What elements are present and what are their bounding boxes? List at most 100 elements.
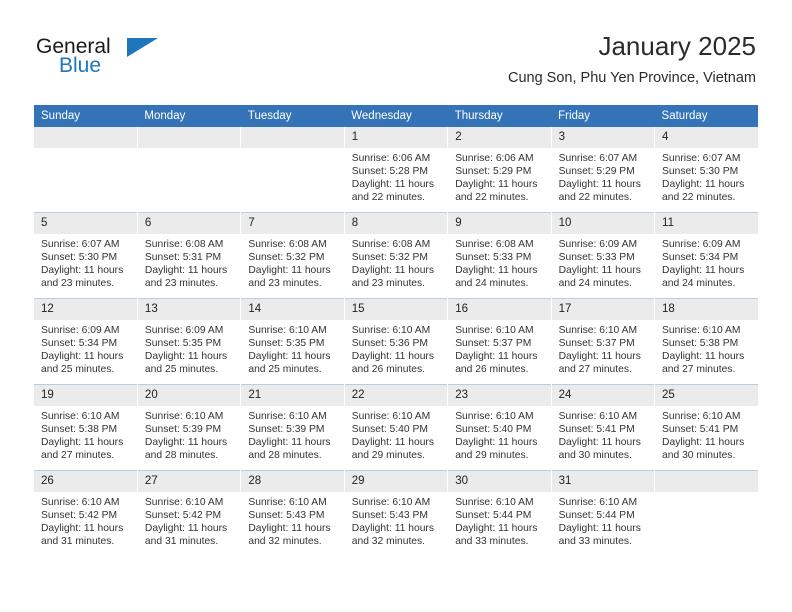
calendar-day-cell[interactable]: 2 Sunrise: 6:06 AM Sunset: 5:29 PM Daylight… [447,127,552,213]
daylight-duration-line2: and 26 minutes. [455,364,529,376]
calendar-day-cell[interactable]: 9 Sunrise: 6:08 AM Sunset: 5:33 PM Daylight… [447,212,552,299]
day-number: 1 [344,127,448,148]
sunrise-time: Sunrise: 6:07 AM [662,153,741,164]
daylight-duration-line2: and 23 minutes. [144,278,219,290]
day-details: Sunrise: 6:09 AM Sunset: 5:33 PM Daylight:… [552,234,654,290]
calendar-cell-empty [34,127,138,213]
daylight-duration-line1: Daylight: 11 hours [455,351,538,363]
sunrise-time: Sunrise: 6:10 AM [351,411,431,422]
sunrise-time: Sunrise: 6:10 AM [41,411,120,422]
sunset-time: Sunset: 5:29 PM [455,166,532,178]
daylight-duration-line1: Daylight: 11 hours [455,179,538,191]
day-details: Sunrise: 6:10 AM Sunset: 5:40 PM Daylight:… [448,406,550,462]
calendar-day-cell[interactable]: 8 Sunrise: 6:08 AM Sunset: 5:32 PM Daylight… [344,212,449,299]
day-number: 14 [241,299,344,320]
daylight-duration-line1: Daylight: 11 hours [662,265,745,277]
calendar-day-cell[interactable]: 3 Sunrise: 6:07 AM Sunset: 5:29 PM Daylight… [551,127,656,213]
calendar-day-cell[interactable]: 11 Sunrise: 6:09 AM Sunset: 5:34 PM Dayligh… [654,212,758,299]
daylight-duration-line1: Daylight: 11 hours [144,437,228,449]
logo-triangle-icon [127,38,158,57]
day-number: 17 [551,299,655,320]
daylight-duration-line1: Daylight: 11 hours [558,437,641,449]
day-details: Sunrise: 6:10 AM Sunset: 5:37 PM Daylight:… [448,320,550,376]
day-number: 24 [551,385,655,406]
calendar-day-cell[interactable]: 5 Sunrise: 6:07 AM Sunset: 5:30 PM Daylight… [34,212,138,299]
calendar-day-cell[interactable]: 31 Sunrise: 6:10 AM Sunset: 5:44 PM Dayligh… [551,470,656,556]
general-blue-logo[interactable]: General Blue [36,36,158,84]
daylight-duration-line1: Daylight: 11 hours [455,523,538,535]
calendar-day-cell[interactable]: 25 Sunrise: 6:10 AM Sunset: 5:41 PM Dayligh… [654,384,758,471]
sunset-time: Sunset: 5:30 PM [41,252,118,264]
page-header: General Blue January 2025 Cung Son, Phu … [0,0,792,100]
sunset-time: Sunset: 5:37 PM [455,338,532,350]
calendar-day-cell[interactable]: 20 Sunrise: 6:10 AM Sunset: 5:39 PM Dayligh… [137,384,242,471]
weekday-header-wednesday: Wednesday [344,105,448,127]
calendar-day-cell[interactable]: 18 Sunrise: 6:10 AM Sunset: 5:38 PM Dayligh… [654,298,758,385]
day-details: Sunrise: 6:10 AM Sunset: 5:43 PM Daylight:… [241,492,343,548]
calendar-day-cell[interactable]: 7 Sunrise: 6:08 AM Sunset: 5:32 PM Daylight… [240,212,345,299]
daylight-duration-line1: Daylight: 11 hours [41,265,124,277]
calendar-day-cell[interactable]: 24 Sunrise: 6:10 AM Sunset: 5:41 PM Dayligh… [551,384,656,471]
calendar-day-cell[interactable]: 26 Sunrise: 6:10 AM Sunset: 5:42 PM Dayligh… [34,470,138,556]
day-details: Sunrise: 6:10 AM Sunset: 5:42 PM Daylight:… [34,492,137,548]
daylight-duration-line1: Daylight: 11 hours [351,523,434,535]
daylight-duration-line1: Daylight: 11 hours [248,437,331,449]
sunrise-time: Sunrise: 6:10 AM [41,497,120,508]
calendar-day-cell[interactable]: 15 Sunrise: 6:10 AM Sunset: 5:36 PM Dayligh… [344,298,449,385]
daylight-duration-line1: Daylight: 11 hours [248,351,331,363]
daylight-duration-line2: and 28 minutes. [248,450,322,462]
day-details: Sunrise: 6:10 AM Sunset: 5:40 PM Daylight:… [345,406,447,462]
daylight-duration-line1: Daylight: 11 hours [248,265,331,277]
day-details: Sunrise: 6:10 AM Sunset: 5:44 PM Daylight:… [448,492,550,548]
calendar-day-cell[interactable]: 30 Sunrise: 6:10 AM Sunset: 5:44 PM Dayligh… [447,470,552,556]
daylight-duration-line2: and 32 minutes. [351,536,426,548]
calendar-day-cell[interactable]: 16 Sunrise: 6:10 AM Sunset: 5:37 PM Dayligh… [447,298,552,385]
daylight-duration-line1: Daylight: 11 hours [662,179,745,191]
day-number: 30 [448,471,551,492]
daylight-duration-line2: and 26 minutes. [351,364,426,376]
calendar-day-cell[interactable]: 14 Sunrise: 6:10 AM Sunset: 5:35 PM Dayligh… [240,298,345,385]
daylight-duration-line1: Daylight: 11 hours [662,351,745,363]
day-number: 19 [34,385,137,406]
calendar-day-cell[interactable]: 4 Sunrise: 6:07 AM Sunset: 5:30 PM Daylight… [654,127,758,213]
daylight-duration-line1: Daylight: 11 hours [144,351,228,363]
day-details: Sunrise: 6:10 AM Sunset: 5:41 PM Daylight:… [655,406,758,462]
title-block: January 2025 Cung Son, Phu Yen Province,… [508,30,756,88]
calendar-day-cell[interactable]: 23 Sunrise: 6:10 AM Sunset: 5:40 PM Dayligh… [447,384,552,471]
calendar-week-row: 1 Sunrise: 6:06 AM Sunset: 5:28 PM Daylight… [34,127,758,213]
daylight-duration-line2: and 28 minutes. [144,450,219,462]
calendar-day-cell[interactable]: 1 Sunrise: 6:06 AM Sunset: 5:28 PM Daylight… [344,127,449,213]
calendar-day-cell[interactable]: 6 Sunrise: 6:08 AM Sunset: 5:31 PM Daylight… [137,212,242,299]
sunrise-time: Sunrise: 6:10 AM [558,411,638,422]
daylight-duration-line2: and 27 minutes. [662,364,736,376]
calendar-day-cell[interactable]: 29 Sunrise: 6:10 AM Sunset: 5:43 PM Dayligh… [344,470,449,556]
logo-text-blue: Blue [59,54,102,77]
calendar-day-cell[interactable]: 22 Sunrise: 6:10 AM Sunset: 5:40 PM Dayligh… [344,384,449,471]
day-number: 6 [137,213,241,234]
calendar-day-cell[interactable]: 27 Sunrise: 6:10 AM Sunset: 5:42 PM Dayligh… [137,470,242,556]
day-number: 8 [344,213,448,234]
calendar-day-cell[interactable]: 28 Sunrise: 6:10 AM Sunset: 5:43 PM Dayligh… [240,470,345,556]
calendar-day-cell[interactable]: 12 Sunrise: 6:09 AM Sunset: 5:34 PM Dayligh… [34,298,138,385]
day-details: Sunrise: 6:10 AM Sunset: 5:41 PM Daylight:… [552,406,654,462]
sunset-time: Sunset: 5:28 PM [351,166,428,178]
calendar-day-cell[interactable]: 13 Sunrise: 6:09 AM Sunset: 5:35 PM Dayligh… [137,298,242,385]
calendar-day-cell[interactable]: 19 Sunrise: 6:10 AM Sunset: 5:38 PM Dayligh… [34,384,138,471]
daylight-duration-line1: Daylight: 11 hours [662,437,745,449]
day-details: Sunrise: 6:07 AM Sunset: 5:30 PM Daylight:… [655,148,758,204]
daylight-duration-line1: Daylight: 11 hours [248,523,331,535]
calendar-day-cell[interactable]: 21 Sunrise: 6:10 AM Sunset: 5:39 PM Dayligh… [240,384,345,471]
weekday-header-friday: Friday [551,105,655,127]
sunrise-time: Sunrise: 6:10 AM [351,497,431,508]
sunrise-time: Sunrise: 6:07 AM [41,239,120,250]
calendar-day-cell[interactable]: 17 Sunrise: 6:10 AM Sunset: 5:37 PM Dayligh… [551,298,656,385]
weekday-header-row: Sunday Monday Tuesday Wednesday Thursday… [34,105,758,127]
daylight-duration-line2: and 22 minutes. [351,192,426,204]
sunrise-time: Sunrise: 6:08 AM [351,239,431,250]
calendar-day-cell[interactable]: 10 Sunrise: 6:09 AM Sunset: 5:33 PM Dayligh… [551,212,656,299]
sunrise-time: Sunrise: 6:09 AM [144,325,224,336]
day-details: Sunrise: 6:10 AM Sunset: 5:39 PM Daylight:… [138,406,240,462]
day-number: 5 [34,213,137,234]
weekday-header-saturday: Saturday [654,105,758,127]
daylight-duration-line1: Daylight: 11 hours [144,265,228,277]
